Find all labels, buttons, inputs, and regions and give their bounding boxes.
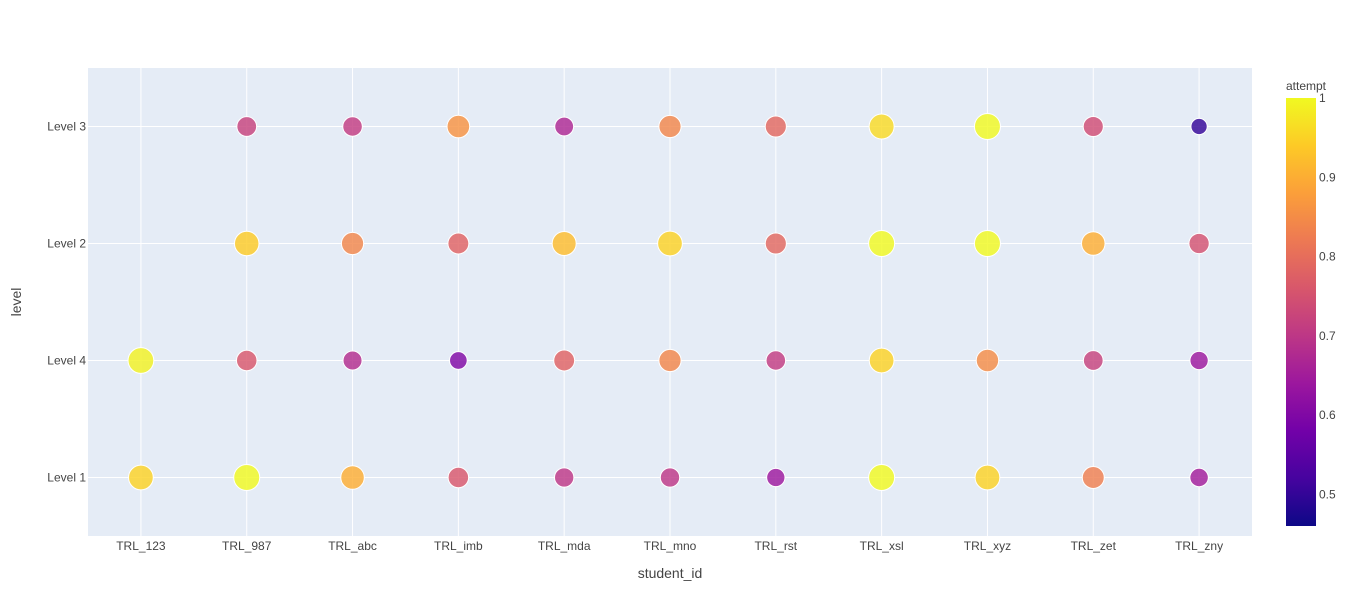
data-point	[1082, 350, 1104, 371]
y-tick-label: Level 4	[47, 354, 86, 368]
data-point	[127, 347, 155, 374]
data-point	[1081, 466, 1105, 489]
data-point	[659, 467, 681, 488]
y-axis-title: level	[8, 288, 24, 317]
data-point	[1082, 115, 1104, 138]
data-point	[342, 116, 363, 137]
data-point	[1081, 231, 1106, 256]
colorbar	[1286, 98, 1316, 526]
data-point	[973, 230, 1001, 257]
y-tick-label: Level 1	[47, 471, 86, 485]
data-point	[233, 464, 261, 491]
data-point	[764, 115, 787, 138]
data-point	[554, 116, 575, 137]
colorbar-tick-label: 0.8	[1319, 250, 1336, 264]
x-tick-label: TRL_rst	[754, 539, 797, 553]
x-axis-title: student_id	[638, 565, 703, 581]
scatter-chart: TRL_123 TRL_987 TRL_abc TRL_imb TRL_mda TRL_m…	[8, 68, 1336, 581]
x-tick-label: TRL_imb	[434, 539, 483, 553]
data-point	[447, 466, 470, 489]
colorbar-tick-label: 0.5	[1319, 487, 1336, 501]
colorbar-tick-labels: 1 0.9 0.8 0.7 0.6 0.5	[1319, 91, 1336, 501]
data-point	[449, 351, 468, 370]
data-point	[868, 347, 895, 374]
data-point	[554, 467, 575, 488]
data-point	[342, 350, 363, 371]
data-point	[553, 349, 576, 372]
x-tick-label: TRL_xsl	[860, 539, 904, 553]
colorbar-tick-label: 0.6	[1319, 408, 1336, 422]
data-point	[657, 230, 683, 257]
x-tick-labels: TRL_123 TRL_987 TRL_abc TRL_imb TRL_mda TRL_m…	[116, 539, 1223, 553]
data-point	[868, 113, 895, 140]
data-point	[973, 113, 1001, 140]
x-tick-label: TRL_abc	[328, 539, 377, 553]
data-point	[1189, 350, 1209, 371]
data-point	[1190, 117, 1208, 136]
colorbar-tick-label: 0.7	[1319, 329, 1336, 343]
colorbar-tick-label: 0.9	[1319, 170, 1336, 184]
data-point	[551, 231, 577, 256]
colorbar-tick-label: 1	[1319, 91, 1326, 105]
y-tick-labels: Level 1 Level 4 Level 2 Level 3	[47, 120, 86, 485]
data-point	[868, 464, 896, 491]
data-point	[658, 348, 682, 373]
data-point	[236, 116, 258, 137]
data-point	[868, 230, 896, 257]
x-tick-label: TRL_zny	[1175, 539, 1223, 553]
data-point	[975, 348, 1000, 373]
data-point	[447, 232, 470, 255]
data-point	[766, 467, 786, 488]
x-tick-label: TRL_mno	[644, 539, 697, 553]
x-tick-label: TRL_zet	[1071, 539, 1117, 553]
data-point	[658, 114, 682, 139]
y-tick-label: Level 2	[47, 237, 86, 251]
data-point	[1188, 232, 1210, 255]
x-tick-label: TRL_987	[222, 539, 272, 553]
data-point	[446, 114, 471, 139]
data-point	[340, 465, 365, 490]
data-point	[340, 231, 365, 256]
data-point	[764, 232, 787, 255]
data-point	[1189, 467, 1209, 488]
data-point	[765, 350, 787, 371]
y-tick-label: Level 3	[47, 120, 86, 134]
x-tick-label: TRL_xyz	[964, 539, 1011, 553]
x-tick-label: TRL_123	[116, 539, 166, 553]
data-point	[128, 464, 154, 491]
data-point	[974, 464, 1001, 491]
data-point	[233, 230, 260, 257]
data-point	[235, 349, 258, 372]
x-tick-label: TRL_mda	[538, 539, 591, 553]
